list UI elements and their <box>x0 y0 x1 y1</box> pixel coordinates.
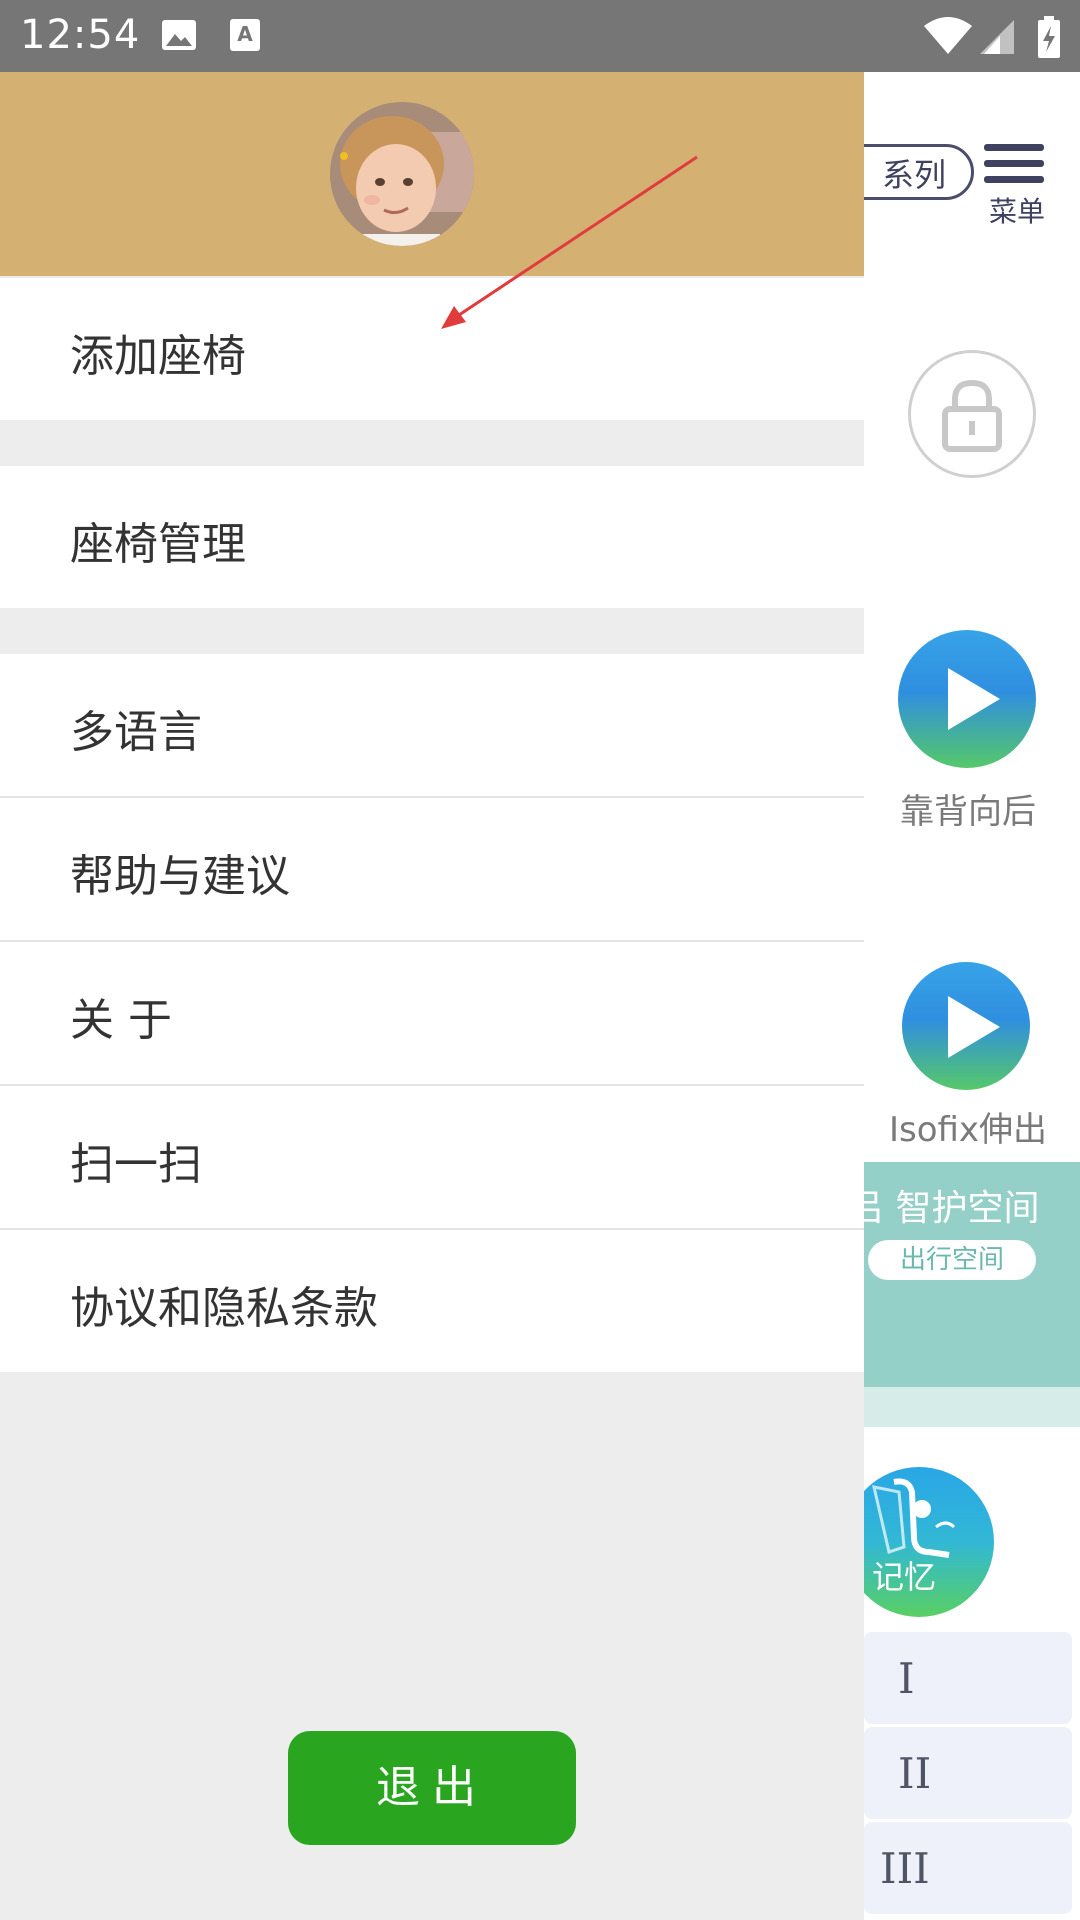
play-icon <box>948 996 1000 1058</box>
menu-item-label: 添加座椅 <box>70 331 246 382</box>
navigation-drawer: 添加座椅 座椅管理 多语言 帮助与建议 关 于 扫一扫 协议和隐私条款 退出 <box>0 72 864 1920</box>
level-button-2[interactable]: II <box>864 1727 1072 1819</box>
play-icon <box>948 668 1000 730</box>
play-button-isofix[interactable] <box>902 962 1030 1090</box>
lock-button[interactable] <box>908 350 1036 478</box>
menu-item-label: 帮助与建议 <box>70 851 290 902</box>
menu-item-label: 关 于 <box>70 995 172 1046</box>
drawer-header <box>0 72 864 276</box>
menu-item-label: 座椅管理 <box>70 519 246 570</box>
status-bar: 12:54 A <box>0 0 1080 72</box>
level-label: II <box>898 1749 932 1798</box>
child-photo <box>330 102 474 246</box>
level-button-1[interactable]: I <box>864 1632 1072 1724</box>
video-label-backrest: 靠背向后 <box>900 792 1036 832</box>
wifi-icon <box>924 17 972 54</box>
play-button-backrest[interactable] <box>898 630 1036 768</box>
status-time: 12:54 <box>20 12 141 58</box>
banner-title: 吕 智护空间 <box>848 1188 1040 1229</box>
keyboard-notification-icon: A <box>230 19 260 51</box>
avatar[interactable] <box>330 102 474 246</box>
svg-text:A: A <box>237 22 253 46</box>
signal-icon <box>980 20 1014 54</box>
menu-item-privacy-terms[interactable]: 协议和隐私条款 <box>0 1230 864 1372</box>
menu-item-about[interactable]: 关 于 <box>0 942 864 1084</box>
menu-item-label: 扫一扫 <box>70 1139 202 1190</box>
menu-item-scan[interactable]: 扫一扫 <box>0 1086 864 1228</box>
background-app-screen: 系列 菜单 靠背向后 Isofix伸出 吕 智护空间 出行空间 记忆 I II <box>834 72 1080 1920</box>
banner-pill[interactable]: 出行空间 <box>868 1240 1036 1280</box>
banner-strip <box>864 1387 1080 1427</box>
battery-icon <box>1038 16 1060 58</box>
menu-item-add-seat[interactable]: 添加座椅 <box>0 278 864 420</box>
memory-label: 记忆 <box>872 1558 937 1596</box>
level-button-3[interactable]: III <box>864 1822 1072 1914</box>
menu-label: 菜单 <box>989 195 1046 228</box>
menu-item-language[interactable]: 多语言 <box>0 654 864 796</box>
menu-item-label: 多语言 <box>70 707 202 758</box>
lock-icon <box>942 379 1002 452</box>
menu-item-seat-management[interactable]: 座椅管理 <box>0 466 864 608</box>
video-label-isofix: Isofix伸出 <box>888 1110 1048 1150</box>
level-label: III <box>880 1844 930 1893</box>
logout-button[interactable]: 退出 <box>288 1731 576 1845</box>
level-label: I <box>898 1654 915 1703</box>
menu-item-label: 协议和隐私条款 <box>70 1283 378 1334</box>
menu-item-help-feedback[interactable]: 帮助与建议 <box>0 798 864 940</box>
hamburger-menu-icon[interactable] <box>984 144 1044 192</box>
image-notification-icon <box>162 20 196 50</box>
